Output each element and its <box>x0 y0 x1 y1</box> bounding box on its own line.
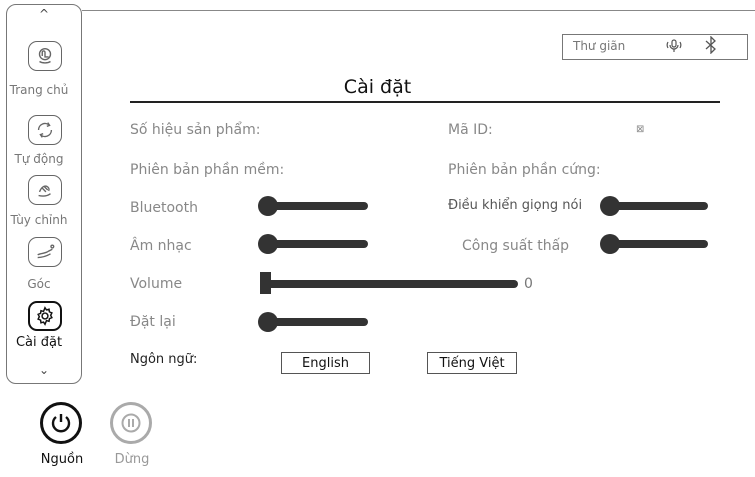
scroll-down-icon[interactable]: ⌄ <box>7 363 81 377</box>
voice-icon <box>665 38 683 57</box>
sidebar-item-angle[interactable]: Góc <box>1 277 77 291</box>
sidebar-item-settings[interactable]: Cài đặt <box>1 335 77 350</box>
auto-cycle-icon[interactable] <box>28 115 62 145</box>
toggle-knob[interactable] <box>600 196 620 216</box>
page-title: Cài đặt <box>343 76 412 98</box>
toggle-knob[interactable] <box>258 312 278 332</box>
reset-label: Đặt lại <box>130 314 176 330</box>
mode-label: Thư giãn <box>573 39 626 53</box>
music-label: Âm nhạc <box>130 238 192 254</box>
pause-label: Dừng <box>114 452 150 467</box>
volume-slider-track[interactable] <box>262 280 518 288</box>
language-english-button[interactable]: English <box>281 352 370 374</box>
sidebar-item-auto[interactable]: Tự động <box>1 152 77 166</box>
voice-control-toggle[interactable] <box>600 196 708 216</box>
id-value: ⊠ <box>636 124 645 135</box>
language-vietnamese-button[interactable]: Tiếng Việt <box>427 352 517 374</box>
reset-toggle[interactable] <box>258 312 368 332</box>
bluetooth-toggle[interactable] <box>258 196 368 216</box>
custom-hand-icon[interactable] <box>28 175 62 205</box>
power-button[interactable] <box>40 402 82 444</box>
language-label: Ngôn ngữ: <box>130 352 198 367</box>
toggle-knob[interactable] <box>600 234 620 254</box>
gear-icon[interactable] <box>28 301 62 331</box>
product-number-label: Số hiệu sản phẩm: <box>130 122 261 138</box>
toggle-knob[interactable] <box>258 196 278 216</box>
power-icon <box>51 414 71 433</box>
low-power-toggle[interactable] <box>600 234 708 254</box>
volume-value: 0 <box>524 276 533 292</box>
bluetooth-icon <box>703 35 719 58</box>
bluetooth-label: Bluetooth <box>130 200 198 216</box>
id-label: Mã ID: <box>448 122 493 138</box>
volume-slider-thumb[interactable] <box>260 272 271 294</box>
sidebar-menu: ^ Trang chủ Tự động Tùy chỉnh Góc Cài đặ… <box>6 4 82 384</box>
sidebar-item-custom[interactable]: Tùy chỉnh <box>1 213 77 227</box>
hardware-version-label: Phiên bản phần cứng: <box>448 162 601 178</box>
low-power-label: Công suất thấp <box>462 238 570 254</box>
voice-control-label: Điều khiển giọng nói <box>448 198 583 213</box>
power-label: Nguồn <box>40 452 84 467</box>
recline-angle-icon[interactable] <box>28 237 62 267</box>
hand-tap-icon[interactable] <box>28 41 62 71</box>
pause-icon <box>121 413 141 433</box>
status-bar: Thư giãn <box>562 34 748 60</box>
software-version-label: Phiên bản phần mềm: <box>130 162 285 178</box>
toggle-knob[interactable] <box>258 234 278 254</box>
frame-divider <box>82 10 755 11</box>
scroll-up-icon[interactable]: ^ <box>7 7 81 21</box>
title-divider <box>130 101 720 103</box>
pause-button[interactable] <box>110 402 152 444</box>
music-toggle[interactable] <box>258 234 368 254</box>
volume-label: Volume <box>130 276 183 292</box>
